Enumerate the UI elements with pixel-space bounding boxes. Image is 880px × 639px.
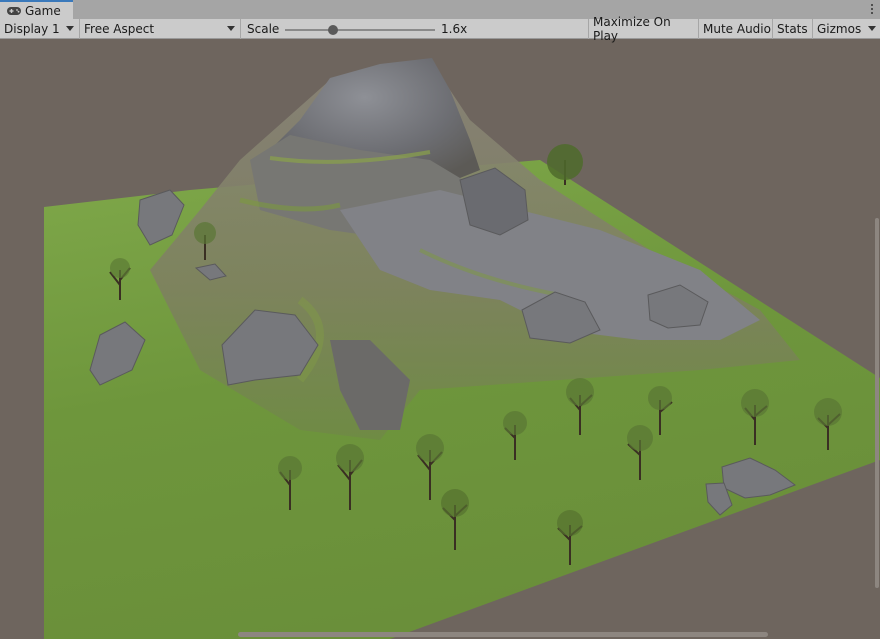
scale-slider[interactable] <box>285 25 435 35</box>
aspect-dropdown-label: Free Aspect <box>84 22 155 36</box>
stats-toggle[interactable]: Stats <box>773 19 813 39</box>
stats-label: Stats <box>777 22 808 36</box>
tab-bar: Game <box>0 0 880 20</box>
gizmos-label: Gizmos <box>817 22 862 36</box>
horizontal-scrollbar[interactable] <box>238 632 768 637</box>
terrain-scene <box>44 58 880 639</box>
gamepad-icon <box>7 6 21 15</box>
tab-game-label: Game <box>25 3 61 18</box>
maximize-on-play-toggle[interactable]: Maximize On Play <box>589 15 699 43</box>
scale-value: 1.6x <box>441 22 468 36</box>
game-viewport[interactable] <box>0 40 880 639</box>
scale-label: Scale <box>247 22 280 36</box>
tab-game[interactable]: Game <box>0 0 73 19</box>
display-dropdown-label: Display 1 <box>4 22 60 36</box>
maximize-on-play-label: Maximize On Play <box>593 15 671 43</box>
kebab-menu-icon[interactable] <box>870 2 874 16</box>
scale-slider-thumb[interactable] <box>328 25 338 35</box>
display-dropdown[interactable]: Display 1 <box>0 19 80 39</box>
chevron-down-icon[interactable] <box>868 26 876 31</box>
aspect-dropdown[interactable]: Free Aspect <box>80 19 241 39</box>
chevron-down-icon <box>66 26 74 31</box>
vertical-scrollbar[interactable] <box>875 218 879 588</box>
mute-audio-toggle[interactable]: Mute Audio <box>699 19 773 39</box>
chevron-down-icon <box>227 26 235 31</box>
game-toolbar: Display 1 Free Aspect Scale 1.6x Maximiz… <box>0 15 880 43</box>
mute-audio-label: Mute Audio <box>703 22 771 36</box>
gizmos-dropdown[interactable]: Gizmos <box>813 19 880 39</box>
